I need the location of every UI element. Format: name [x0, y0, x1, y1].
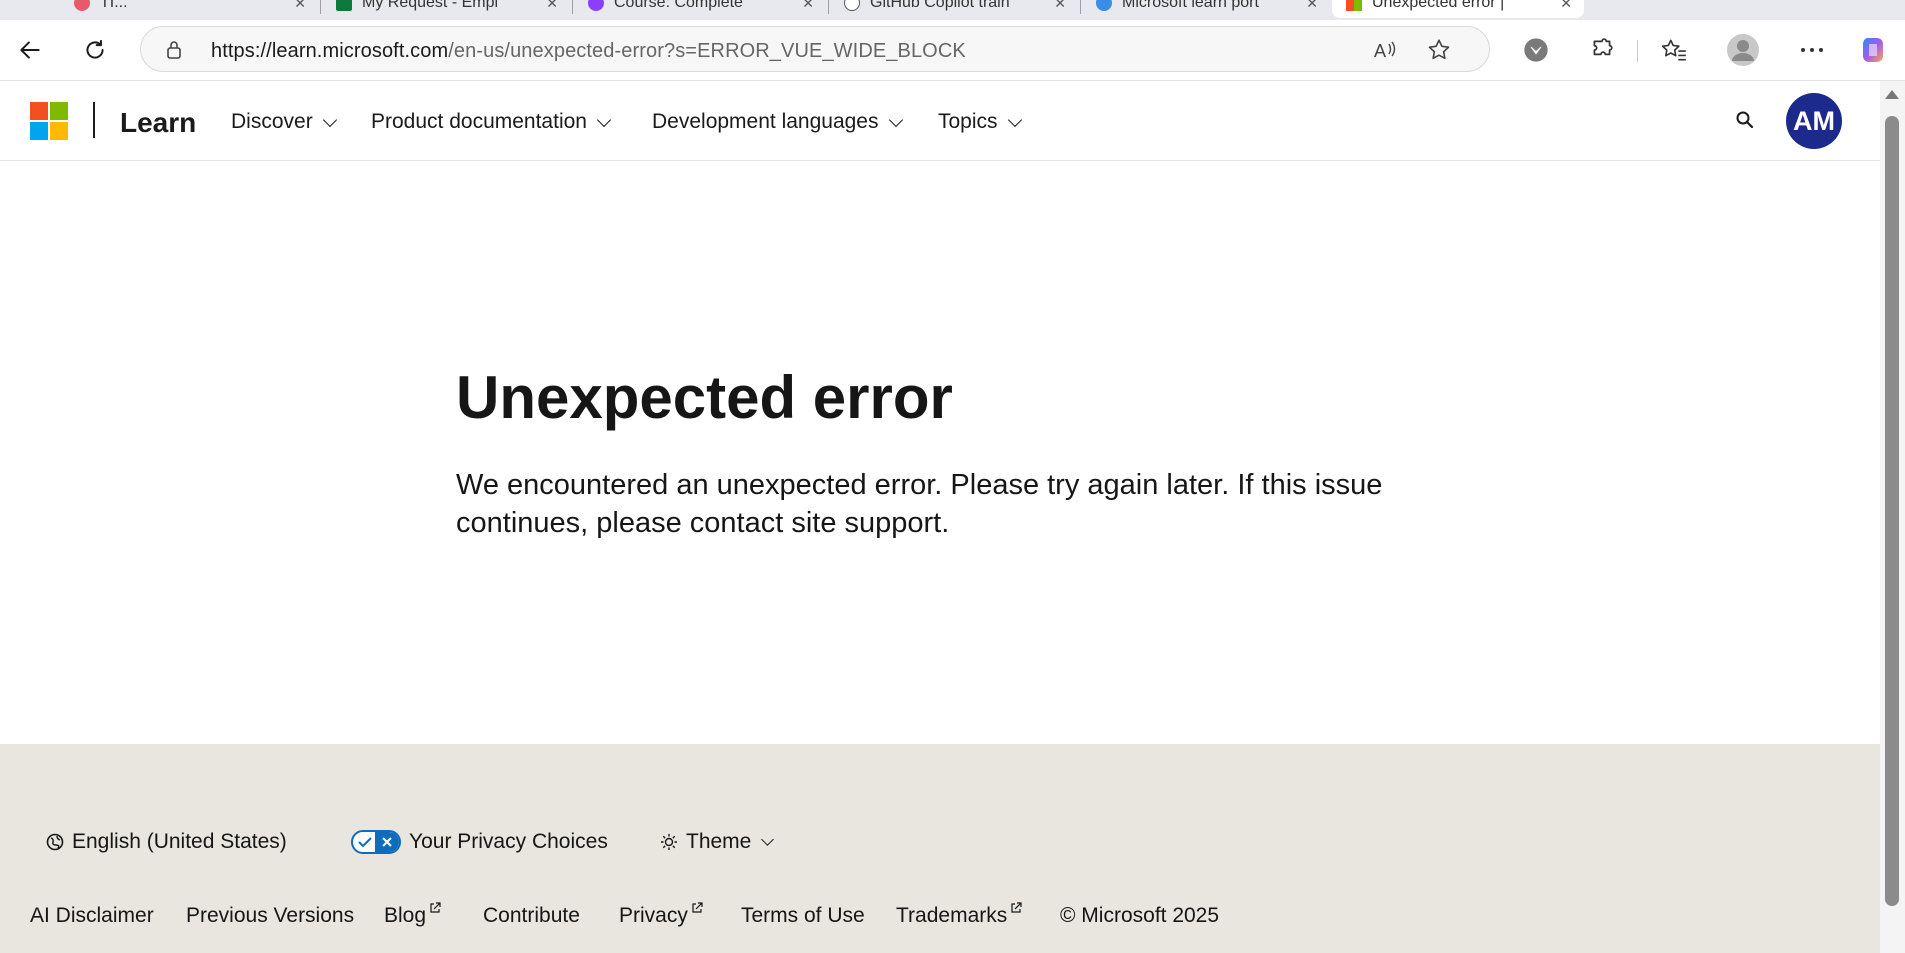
microsoft-logo[interactable] [30, 102, 68, 140]
nav-product-documentation[interactable]: Product documentation [371, 110, 612, 134]
logo-divider [93, 102, 95, 138]
copyright: © Microsoft 2025 [1060, 904, 1219, 928]
footer-link-label: Blog [384, 904, 427, 927]
language-selector[interactable]: English (United States) [46, 830, 287, 854]
tab-close-icon[interactable]: ✕ [1560, 0, 1572, 12]
tab-title: Course: Complete [614, 0, 743, 11]
footer-link-label: Terms of Use [741, 904, 865, 927]
tab-title: Unexpected error | [1372, 0, 1505, 11]
chevron-down-icon [322, 112, 337, 127]
external-link-icon [692, 902, 703, 913]
copyright-label: © Microsoft 2025 [1060, 904, 1220, 927]
sun-icon [661, 834, 677, 850]
nav-development-languages[interactable]: Development languages [652, 110, 903, 134]
address-bar[interactable]: https://learn.microsoft.com/en-us/unexpe… [140, 26, 1490, 72]
svg-text:A: A [1374, 41, 1386, 61]
favorite-star-icon[interactable] [1424, 35, 1454, 65]
extensions-puzzle-icon[interactable] [1582, 30, 1622, 70]
lock-icon[interactable] [159, 35, 189, 65]
footer-link-trademarks[interactable]: Trademarks [896, 902, 1022, 928]
theme-label: Theme [686, 830, 752, 853]
footer-link-label: Trademarks [896, 904, 1008, 927]
tab-title: Microsoft learn port [1122, 0, 1259, 11]
shield-extension-icon[interactable] [1516, 30, 1556, 70]
page-title: Unexpected error [456, 364, 953, 431]
privacy-label: Your Privacy Choices [409, 830, 608, 853]
tab-close-icon[interactable]: ✕ [294, 0, 306, 12]
tab-close-icon[interactable]: ✕ [802, 0, 814, 12]
nav-discover[interactable]: Discover [231, 110, 337, 134]
nav-label: Development languages [652, 110, 879, 133]
nav-topics[interactable]: Topics [938, 110, 1022, 134]
browser-tab[interactable]: Microsoft learn port ✕ [1082, 0, 1330, 18]
footer-link-contribute[interactable]: Contribute [483, 904, 580, 928]
back-arrow-icon [20, 41, 40, 59]
footer-link-terms-of-use[interactable]: Terms of Use [741, 904, 865, 928]
chevron-down-icon [596, 112, 612, 127]
url-text[interactable]: https://learn.microsoft.com/en-us/unexpe… [211, 40, 966, 63]
profile-icon[interactable] [1723, 30, 1763, 70]
chevron-down-icon [761, 833, 775, 846]
browser-tab-strip: TI... ✕ My Request - Empl ✕ Course: Comp… [0, 0, 1905, 20]
external-link-icon [430, 902, 441, 913]
url-host: https://learn.microsoft.com [211, 40, 449, 62]
footer-link-label: Privacy [619, 904, 688, 927]
error-message: We encountered an unexpected error. Plea… [456, 469, 1383, 539]
tab-title: My Request - Empl [362, 0, 499, 11]
browser-tab[interactable]: Course: Complete ✕ [574, 0, 826, 18]
brand-learn[interactable]: Learn [120, 107, 196, 139]
avatar[interactable]: AM [1786, 93, 1842, 149]
privacy-toggle-icon [351, 830, 401, 854]
site-footer: English (United States) Your Privacy Cho… [0, 744, 1880, 953]
language-label: English (United States) [72, 830, 287, 853]
tab-close-icon[interactable]: ✕ [1306, 0, 1318, 12]
back-button[interactable] [10, 30, 50, 70]
tab-title: GitHub Copilot train [870, 0, 1010, 11]
url-path: /en-us/unexpected-error?s=ERROR_VUE_WIDE… [448, 40, 966, 62]
nav-label: Topics [938, 110, 998, 133]
site-header: Learn Discover Product documentation Dev… [0, 81, 1880, 161]
tab-title: TI... [100, 0, 128, 11]
tab-favicon-icon [74, 0, 90, 11]
more-icon[interactable] [1792, 30, 1832, 70]
favorites-icon[interactable] [1654, 30, 1694, 70]
chevron-down-icon [888, 112, 903, 127]
tab-close-icon[interactable]: ✕ [1054, 0, 1066, 12]
browser-toolbar: https://learn.microsoft.com/en-us/unexpe… [0, 20, 1905, 81]
footer-link-label: AI Disclaimer [30, 904, 154, 927]
main-content: Unexpected error We encountered an unexp… [0, 161, 1880, 744]
footer-link-previous-versions[interactable]: Previous Versions [186, 904, 354, 928]
footer-link-blog[interactable]: Blog [384, 902, 441, 928]
browser-tab[interactable]: My Request - Empl ✕ [322, 0, 570, 18]
tab-favicon-icon [1346, 0, 1362, 11]
copilot-icon[interactable] [1853, 30, 1893, 70]
search-icon [1736, 111, 1754, 129]
footer-link-privacy[interactable]: Privacy [619, 902, 703, 928]
browser-tab[interactable]: GitHub Copilot train ✕ [830, 0, 1078, 18]
refresh-button[interactable] [75, 30, 115, 70]
tab-favicon-icon [844, 0, 860, 11]
globe-icon [46, 833, 64, 851]
tab-favicon-icon [588, 0, 604, 11]
scrollbar-thumb[interactable] [1885, 116, 1899, 906]
chevron-down-icon [1007, 112, 1022, 127]
tab-favicon-icon [1096, 0, 1112, 11]
browser-tab[interactable]: TI... ✕ [60, 0, 318, 18]
browser-tab-active[interactable]: Unexpected error | ✕ [1332, 0, 1584, 18]
nav-label: Product documentation [371, 110, 587, 133]
nav-label: Discover [231, 110, 313, 133]
privacy-choices-link[interactable]: Your Privacy Choices [351, 830, 608, 854]
read-aloud-icon[interactable]: A [1371, 35, 1401, 65]
refresh-icon [86, 39, 104, 59]
external-link-icon [1011, 902, 1022, 913]
theme-selector[interactable]: Theme [660, 830, 775, 854]
footer-link-ai-disclaimer[interactable]: AI Disclaimer [30, 904, 154, 928]
scroll-up-arrow-icon[interactable] [1885, 90, 1899, 99]
tab-favicon-icon [336, 0, 352, 11]
footer-link-label: Previous Versions [186, 904, 355, 927]
tab-close-icon[interactable]: ✕ [546, 0, 558, 12]
search-button[interactable] [1730, 105, 1760, 135]
footer-link-label: Contribute [483, 904, 580, 927]
